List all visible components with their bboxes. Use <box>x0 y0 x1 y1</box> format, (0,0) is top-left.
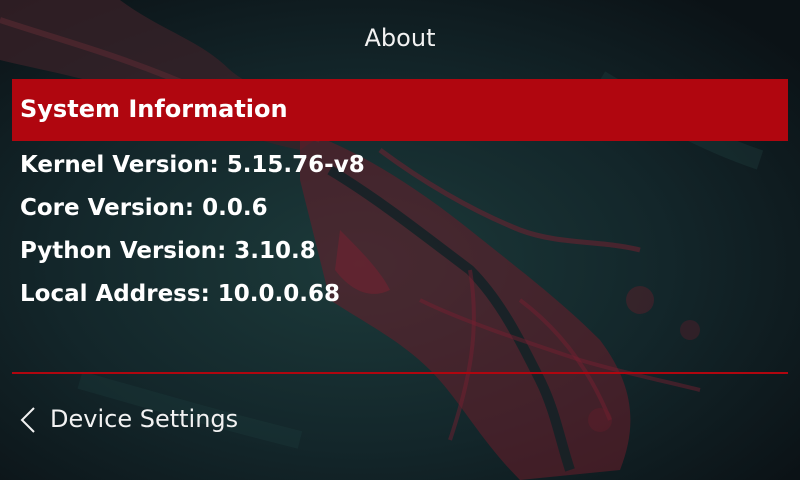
info-value: 5.15.76-v8 <box>226 152 365 178</box>
info-row-local-address: Local Address: 10.0.0.68 <box>20 281 341 307</box>
back-button-label: Device Settings <box>50 405 239 433</box>
info-label: Python Version <box>20 238 218 264</box>
info-label: Kernel Version <box>20 152 210 178</box>
info-label: Local Address <box>20 281 201 307</box>
section-header-system-information: System Information <box>12 79 788 141</box>
section-header-label: System Information <box>20 95 288 123</box>
info-label: Core Version <box>20 195 185 221</box>
info-value: 10.0.0.68 <box>217 281 341 307</box>
system-info-list: Kernel Version: 5.15.76-v8 Core Version:… <box>20 152 365 324</box>
info-row-python-version: Python Version: 3.10.8 <box>20 238 316 264</box>
info-value: 0.0.6 <box>202 195 268 221</box>
back-to-device-settings-button[interactable]: Device Settings <box>12 398 312 442</box>
footer-divider <box>12 372 788 374</box>
info-row-core-version: Core Version: 0.0.6 <box>20 195 268 221</box>
chevron-left-icon <box>20 407 35 433</box>
info-row-kernel-version: Kernel Version: 5.15.76-v8 <box>20 152 365 178</box>
page-title: About <box>364 24 436 52</box>
info-value: 3.10.8 <box>234 238 316 264</box>
